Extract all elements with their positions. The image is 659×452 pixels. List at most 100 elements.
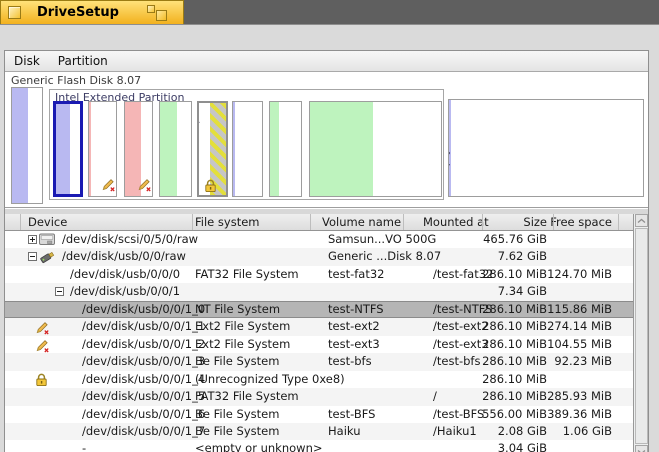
window-frame: DiskPartition Generic Flash Disk 8.07 In… [0, 24, 659, 452]
table-row[interactable]: /dev/disk/usb/0/0/1_4(Unrecognized Type … [5, 371, 633, 388]
cell-free: 124.70 MiB [547, 266, 612, 283]
column-separator[interactable] [20, 214, 21, 230]
cell-mounted: / [433, 388, 437, 405]
cell-device: /dev/disk/usb/0/0/1_1 [82, 318, 205, 335]
table-row[interactable]: /dev/disk/usb/0/0/1 7.34 GiB [5, 283, 633, 300]
scroll-up-button[interactable] [635, 214, 648, 227]
cell-mounted: /test-bfs [433, 353, 480, 370]
cell-size: 286.10 MiB [482, 388, 547, 405]
partition-bar-fat32-root[interactable] [232, 101, 263, 197]
cell-device: /dev/disk/scsi/0/5/0/raw [62, 231, 198, 248]
column-header-free-space[interactable]: Free space [550, 215, 612, 229]
table-row[interactable]: /dev/disk/usb/0/0/raw Generic ...Disk 8.0… [5, 248, 633, 265]
cell-size: 556.00 MiB [482, 406, 547, 423]
cell-device: /dev/disk/usb/0/0/1_6 [82, 406, 205, 423]
partition-bar-test-ntfs[interactable]: test-NTFS [53, 101, 83, 197]
cell-device: /dev/disk/usb/0/0/1_2 [82, 336, 205, 353]
table-row[interactable]: /dev/disk/usb/0/0/1_5FAT32 File System / 2… [5, 388, 633, 405]
cell-mounted: /test-ext3 [433, 336, 489, 353]
cell-device: /dev/disk/usb/0/0/1_5 [82, 388, 205, 405]
column-header-volume-name[interactable]: Volume name [322, 215, 401, 229]
column-separator[interactable] [310, 214, 311, 230]
table-row[interactable]: /dev/disk/usb/0/0/1_2Ext2 File Systemtes… [5, 336, 633, 353]
cell-volume: test-BFS [328, 406, 375, 423]
cell-device: /dev/disk/usb/0/0/1 [70, 283, 180, 300]
zoom-button[interactable] [147, 5, 167, 21]
chevron-up-icon [637, 218, 646, 224]
lock-icon [35, 373, 48, 390]
cell-volume: Generic ...Disk 8.07 [328, 248, 441, 265]
cell-device: /dev/disk/usb/0/0/0 [70, 266, 180, 283]
column-separator[interactable] [403, 214, 404, 230]
partition-bar-test-bfs[interactable]: test-bfs [159, 101, 192, 197]
table-row[interactable]: /dev/disk/usb/0/0/1_1Ext2 File System tes… [5, 318, 633, 335]
column-separator[interactable] [192, 214, 193, 230]
column-header-device[interactable]: Device [28, 215, 67, 229]
cell-free: 389.36 MiB [547, 406, 612, 423]
vertical-scroll-thumb[interactable] [635, 228, 648, 444]
menu-disk[interactable]: Disk [5, 52, 49, 70]
cell-free: 274.14 MiB [547, 318, 612, 335]
column-separator[interactable] [553, 214, 554, 230]
cell-volume: test-fat32 [328, 266, 384, 283]
used-space-fill [233, 102, 235, 196]
partition-bar-luks[interactable]: Partition 24 (LUKS enc... [197, 101, 228, 197]
table-row[interactable]: /dev/disk/usb/0/0/1_0NT File Systemtest-… [5, 301, 633, 318]
partition-list: /dev/disk/scsi/0/5/0/rawSamsun...VO 500G… [5, 231, 633, 452]
scroll-down-button[interactable] [635, 445, 648, 452]
cell-free: 285.93 MiB [547, 388, 612, 405]
partition-label: <empty or unknown> [448, 99, 451, 193]
window-tab[interactable]: DriveSetup [0, 0, 184, 24]
collapse-latch-icon[interactable] [55, 287, 64, 296]
collapse-latch-icon[interactable] [28, 252, 37, 261]
table-row[interactable]: /dev/disk/usb/0/0/1_6Be File System test-… [5, 406, 633, 423]
partition-bar-test-bfs-2[interactable]: test-BFS [269, 101, 302, 197]
table-row[interactable]: -<empty or unknown>3.04 GiB [5, 440, 633, 452]
cell-size: 286.10 MiB [482, 336, 547, 353]
cell-device: /dev/disk/usb/0/0/1_7 [82, 423, 205, 440]
table-header: Device File system Volume name Mounted at Si… [5, 214, 633, 231]
table-row[interactable]: /dev/disk/usb/0/0/0 FAT32 File System test… [5, 266, 633, 283]
pencil-modified-icon [101, 177, 116, 195]
disk-view: Generic Flash Disk 8.07 Intel Extended P… [5, 72, 648, 208]
used-space-fill [310, 102, 373, 196]
cell-device: /dev/disk/usb/0/0/raw [62, 248, 186, 265]
table-row[interactable]: /dev/disk/scsi/0/5/0/rawSamsun...VO 500G… [5, 231, 633, 248]
cell-size: 2.08 GiB [498, 423, 547, 440]
vertical-scrollbar[interactable] [633, 214, 648, 452]
cell-fs: Ext2 File System [195, 318, 290, 335]
expand-latch-icon[interactable] [28, 235, 37, 244]
column-separator[interactable] [618, 214, 619, 230]
close-button[interactable] [8, 6, 21, 19]
cell-fs: Be File System [195, 406, 279, 423]
cell-size: 3.04 GiB [498, 440, 547, 452]
window-content: DiskPartition Generic Flash Disk 8.07 In… [4, 50, 649, 452]
disk-icon [38, 233, 56, 249]
menu-partition[interactable]: Partition [49, 52, 117, 70]
cell-size: 7.34 GiB [498, 283, 547, 300]
cell-fs: (Unrecognized Type 0xe8) [195, 371, 345, 388]
partition-bar-test-ext2[interactable]: test-ext2 [88, 101, 117, 197]
cell-fs: FAT32 File System [195, 266, 299, 283]
cell-fs: NT File System [195, 301, 280, 318]
partition-label: Partition 24 (LUKS enc... [197, 101, 201, 192]
partition-bar-test-ext3[interactable]: test-ext3 [124, 101, 153, 197]
used-space-fill [12, 88, 28, 203]
cell-fs: Ext2 File System [195, 336, 290, 353]
cell-volume: test-ext2 [328, 318, 380, 335]
column-header-mounted-at[interactable]: Mounted at [423, 215, 489, 229]
cell-size: 286.10 MiB [482, 353, 547, 370]
disk-name-label: Generic Flash Disk 8.07 [11, 74, 141, 87]
column-header-size[interactable]: Size [523, 215, 547, 229]
column-header-file-system[interactable]: File system [195, 215, 259, 229]
partition-bar-empty[interactable]: <empty or unknown> [448, 99, 644, 197]
partition-bar-haiku[interactable]: Haiku [309, 101, 442, 197]
table-row[interactable]: /dev/disk/usb/0/0/1_7Be File SystemHaiku… [5, 423, 633, 440]
partition-bar-test-fat32[interactable]: test-fat32 [11, 87, 43, 204]
cell-fs: FAT32 File System [195, 388, 299, 405]
column-separator[interactable] [482, 214, 483, 230]
partition-label: test-ext3 [124, 144, 127, 194]
partition-label: test-BFS [269, 148, 272, 193]
table-row[interactable]: /dev/disk/usb/0/0/1_3Be File Systemtest-… [5, 353, 633, 370]
cell-size: 465.76 GiB [483, 231, 547, 248]
